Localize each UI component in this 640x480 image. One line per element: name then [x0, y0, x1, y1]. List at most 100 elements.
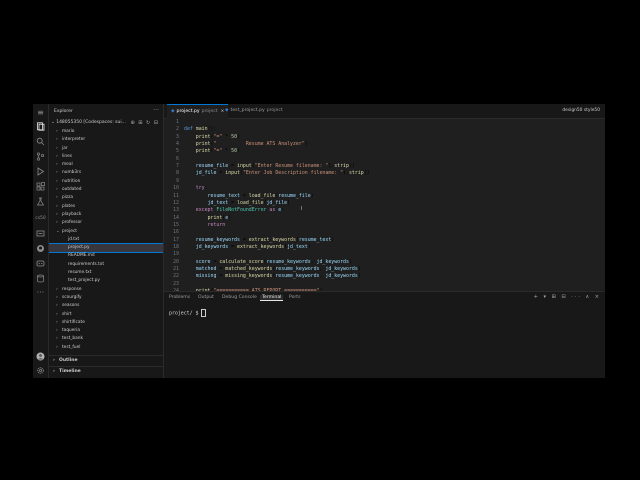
tab-label: project.py [176, 109, 200, 114]
line-number: 16 [173, 229, 179, 236]
tree-item[interactable]: project.py [49, 243, 163, 254]
panel-actions[interactable]: + ▾ ⊞ ⊟ ··· ∧ × [534, 294, 601, 300]
tree-item[interactable]: › shirt [49, 311, 163, 319]
tab-terminal[interactable]: Terminal [260, 295, 284, 301]
more-icon[interactable]: ··· [36, 288, 45, 297]
code-text: resume_keywords = extract_keywords(resum… [195, 236, 335, 243]
tree-item-label: test_bank [62, 336, 83, 342]
tree-item[interactable]: › mario [49, 128, 163, 136]
workspace-root-label: 148055350 [Codespaces: sui... [56, 120, 126, 125]
tree-item[interactable]: › shirtificate [49, 319, 163, 327]
line-number: 14 [173, 214, 179, 221]
source-control-icon[interactable] [36, 152, 45, 161]
line-number: 6 [176, 155, 179, 162]
tree-item[interactable]: › taqueria [49, 327, 163, 335]
copilot-icon[interactable] [36, 259, 45, 268]
line-number: 13 [173, 207, 179, 214]
tree-item[interactable]: › plates [49, 203, 163, 211]
tree-item-label: mario [62, 129, 75, 134]
tree-item[interactable]: › professor [49, 219, 163, 227]
cs50-icon[interactable]: cs50 [34, 214, 47, 223]
tree-item[interactable]: jd.txt [49, 236, 163, 244]
menu-icon[interactable]: ≡ [36, 108, 45, 117]
ports-icon[interactable] [36, 229, 45, 238]
chevron-right-icon: › [56, 286, 58, 292]
vscode-window: ≡ cs50 ··· Explorer ··· ⌄ 148055350 [Cod… [33, 104, 605, 378]
activity-bar: ≡ cs50 ··· [33, 104, 49, 378]
github-icon[interactable] [36, 244, 45, 253]
extensions-icon[interactable] [36, 182, 45, 191]
tree-item[interactable]: README.md [49, 252, 163, 260]
tree-item-label: seasons [62, 303, 80, 309]
tree-item[interactable]: test_project.py [49, 277, 163, 285]
tree-item-label: jd.txt [68, 236, 80, 242]
line-number: 2 [176, 126, 179, 133]
tree-item[interactable]: › test_bank [49, 335, 163, 343]
workspace-root[interactable]: ⌄ 148055350 [Codespaces: sui... ⊕ ⊞ ↻ ⊟ [51, 120, 161, 127]
tab-output[interactable]: Output [198, 295, 214, 300]
code-text: return [207, 221, 226, 228]
tab-test-project-py[interactable]: ◆ test_project.py project [221, 104, 287, 118]
editor-toolbar-buttons[interactable]: design50 style50 [562, 104, 600, 118]
chevron-right-icon: › [56, 319, 58, 325]
tree-item[interactable]: › test_fuel [49, 344, 163, 352]
tab-ports[interactable]: Ports [289, 295, 301, 300]
tree-item-label: requirements.txt [68, 261, 105, 267]
tree-item-label: README.md [68, 253, 95, 259]
line-number: 7 [176, 163, 179, 170]
sidebar-more-icon[interactable]: ··· [153, 107, 159, 114]
tree-item[interactable]: › jar [49, 145, 163, 153]
database-icon[interactable] [36, 274, 45, 283]
tree-item[interactable]: › interpreter [49, 136, 163, 144]
tab-debug-console[interactable]: Debug Console [222, 295, 257, 300]
tree-item[interactable]: requirements.txt [49, 261, 163, 269]
tab-project-py[interactable]: ◆ project.py project × [167, 104, 229, 119]
tree-item[interactable]: resume.txt [49, 269, 163, 277]
code-text: print(e) [207, 214, 232, 221]
tree-item[interactable]: › response [49, 286, 163, 294]
tree-item-label: plates [62, 203, 76, 209]
line-number: 12 [173, 199, 179, 206]
code-text: resume_file = input("Enter Resume filena… [195, 163, 355, 170]
code-text: resume_text = load_file(resume_file) [207, 192, 314, 199]
run-debug-icon[interactable] [36, 167, 45, 176]
line-number: 11 [173, 192, 179, 199]
outline-label: Outline [59, 358, 78, 363]
terminal[interactable]: project/ $ [169, 309, 207, 317]
tree-item[interactable]: › nutrition [49, 178, 163, 186]
panel-tabs: Problems Output Debug Console Terminal P… [164, 292, 605, 304]
tree-item[interactable]: › meal [49, 161, 163, 169]
settings-icon[interactable] [36, 366, 45, 375]
tree-item-label: shirt [62, 311, 72, 317]
chevron-right-icon: › [56, 220, 58, 226]
chevron-right-icon: › [56, 203, 58, 209]
terminal-prompt: project/ $ [169, 310, 202, 317]
explorer-icon[interactable] [36, 122, 45, 131]
line-number: 8 [176, 170, 179, 177]
testing-icon[interactable] [36, 197, 45, 206]
code-text: except FileNotFoundError as e: [195, 207, 285, 214]
chevron-right-icon: › [53, 358, 55, 363]
code-editor[interactable]: 1 2 def main(): 3 print("=" * 50) 4 print(" … [164, 119, 605, 291]
tab-problems[interactable]: Problems [169, 295, 190, 300]
tab-sublabel: project [266, 108, 283, 113]
explorer-actions[interactable]: ⊕ ⊞ ↻ ⊟ [130, 120, 159, 126]
tree-item[interactable]: › outdated [49, 186, 163, 194]
tree-item[interactable]: › pizza [49, 194, 163, 202]
tab-label: test_project.py [230, 108, 265, 113]
tree-item[interactable]: › scourgify [49, 294, 163, 302]
tree-item[interactable]: › seasons [49, 302, 163, 310]
tree-item-label: project.py [68, 245, 90, 251]
search-icon[interactable] [36, 137, 45, 146]
chevron-right-icon: › [56, 170, 58, 176]
account-icon[interactable] [36, 352, 45, 361]
tree-item-label: professor [62, 220, 83, 226]
chevron-down-icon: ⌄ [56, 228, 60, 234]
timeline-section[interactable]: › Timeline [49, 366, 163, 376]
tree-item[interactable]: › numb3rs [49, 169, 163, 177]
tree-item[interactable]: › lines [49, 153, 163, 161]
line-number: 23 [173, 280, 179, 287]
outline-section[interactable]: › Outline [49, 355, 163, 365]
tree-item[interactable]: ⌄ project [49, 228, 163, 236]
tree-item[interactable]: › playback [49, 211, 163, 219]
